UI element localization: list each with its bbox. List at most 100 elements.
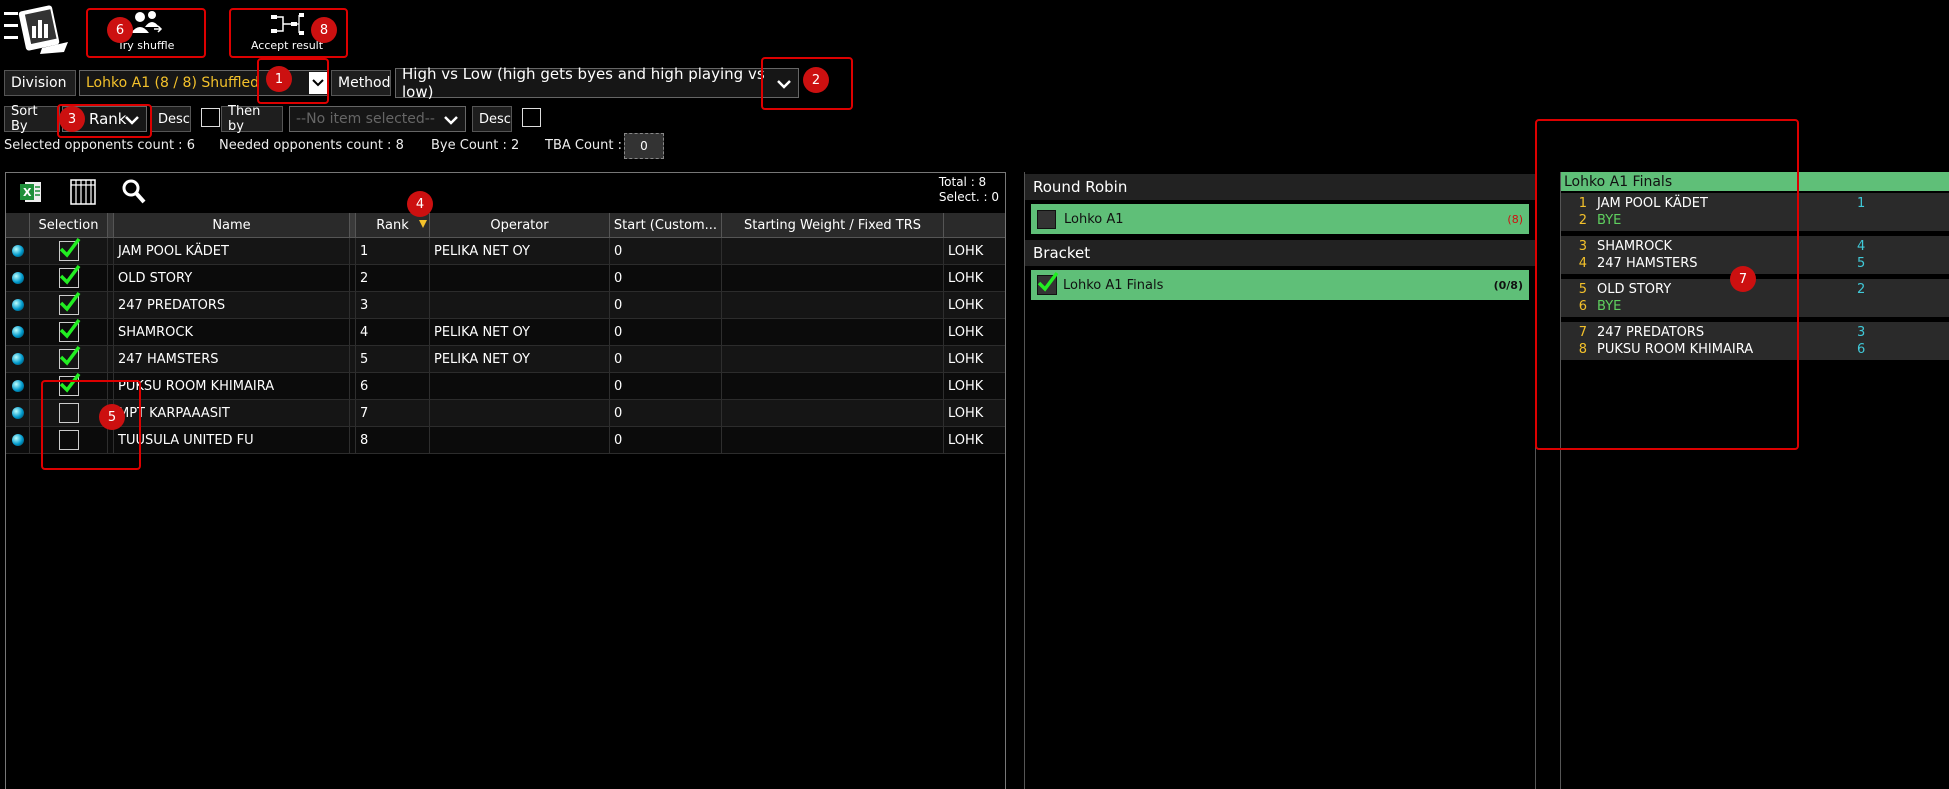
status-dot-icon: [11, 434, 24, 446]
table-row[interactable]: MPT KARPAAASIT 7 0 LOHK: [6, 400, 1005, 427]
sort-desc-checkbox[interactable]: [201, 108, 220, 127]
selection-checkbox[interactable]: [58, 319, 80, 342]
name-cell: 247 PREDATORS: [114, 292, 350, 318]
operator-cell: [430, 373, 610, 399]
start-cell: 0: [610, 292, 722, 318]
callout-4: 4: [407, 191, 433, 217]
table-row[interactable]: TUUSULA UNITED FU 8 0 LOHK: [6, 427, 1005, 454]
then-desc-checkbox[interactable]: [522, 108, 541, 127]
row-indicator: [6, 346, 30, 372]
table-row[interactable]: PUKSU ROOM KHIMAIRA 6 0 LOHK: [6, 373, 1005, 400]
selection-checkbox[interactable]: [58, 265, 80, 288]
selection-cell[interactable]: [30, 238, 108, 264]
callout-box-5: [41, 380, 141, 470]
tba-count-label: TBA Count :: [545, 138, 623, 153]
bye-count: Bye Count : 2: [431, 138, 520, 153]
then-by-select[interactable]: --No item selected--: [289, 106, 466, 132]
table-row[interactable]: 247 HAMSTERS 5 PELIKA NET OY 0 LOHK: [6, 346, 1005, 373]
callout-2: 2: [803, 67, 829, 93]
grid-counts: Total : 8 Select. : 0: [939, 175, 999, 205]
table-row[interactable]: OLD STORY 2 0 LOHK: [6, 265, 1005, 292]
col-extra[interactable]: [944, 213, 1004, 237]
status-dot-icon: [11, 326, 24, 338]
name-cell: JAM POOL KÄDET: [114, 238, 350, 264]
row-indicator: [6, 373, 30, 399]
callout-box-7: [1535, 119, 1799, 450]
column-chooser-icon[interactable]: [70, 179, 96, 205]
search-icon[interactable]: [122, 179, 146, 205]
checkmark-icon: [59, 265, 80, 285]
selection-cell[interactable]: [30, 319, 108, 345]
col-selection[interactable]: Selection: [30, 213, 108, 237]
tba-count-value: 0: [624, 133, 664, 159]
rank-cell: 5: [356, 346, 430, 372]
grid-body: JAM POOL KÄDET 1 PELIKA NET OY 0 LOHK OLD STO…: [6, 238, 1005, 454]
needed-opponents-count: Needed opponents count : 8: [219, 138, 404, 153]
svg-text:X: X: [23, 186, 32, 199]
excel-export-icon[interactable]: X: [19, 180, 43, 204]
table-row[interactable]: JAM POOL KÄDET 1 PELIKA NET OY 0 LOHK: [6, 238, 1005, 265]
table-row[interactable]: 247 PREDATORS 3 0 LOHK: [6, 292, 1005, 319]
extra-cell: LOHK: [948, 405, 984, 421]
checkmark-icon: [59, 346, 80, 366]
operator-cell: [430, 265, 610, 291]
start-cell: 0: [610, 265, 722, 291]
extra-cell: LOHK: [948, 432, 984, 448]
callout-7: 7: [1730, 266, 1756, 292]
selection-cell[interactable]: [30, 265, 108, 291]
rank-cell: 4: [356, 319, 430, 345]
bracket-team-rank: 2: [1857, 282, 1866, 297]
method-value: High vs Low (high gets byes and high pla…: [402, 65, 765, 101]
selection-cell[interactable]: [30, 292, 108, 318]
col-starting-weight[interactable]: Starting Weight / Fixed TRS: [722, 213, 944, 237]
table-row[interactable]: SHAMROCK 4 PELIKA NET OY 0 LOHK: [6, 319, 1005, 346]
rank-cell: 7: [356, 400, 430, 426]
round-robin-count: (8): [1507, 212, 1523, 226]
selection-checkbox[interactable]: [58, 292, 80, 315]
starting-weight-cell: [722, 292, 944, 318]
rank-cell: 6: [356, 373, 430, 399]
name-cell: MPT KARPAAASIT: [114, 400, 350, 426]
sort-filter-icon[interactable]: [419, 218, 427, 230]
selection-cell[interactable]: [30, 346, 108, 372]
checkmark-icon: [59, 319, 80, 339]
method-select[interactable]: High vs Low (high gets byes and high pla…: [395, 65, 799, 101]
bracket-team-rank: 3: [1857, 325, 1866, 340]
col-start[interactable]: Start (Custom...: [610, 213, 722, 237]
name-cell: PUKSU ROOM KHIMAIRA: [114, 373, 350, 399]
name-cell: TUUSULA UNITED FU: [114, 427, 350, 453]
start-cell: 0: [610, 346, 722, 372]
operator-cell: PELIKA NET OY: [430, 238, 610, 264]
selection-checkbox[interactable]: [58, 238, 80, 261]
row-indicator: [6, 292, 30, 318]
app-logo-icon: [4, 5, 68, 54]
selection-checkbox[interactable]: [58, 346, 80, 369]
bracket-count: (0/8): [1493, 278, 1523, 292]
row-indicator: [6, 427, 30, 453]
round-robin-item[interactable]: Lohko A1 (8): [1031, 204, 1529, 234]
name-cell: OLD STORY: [114, 265, 350, 291]
bracket-item[interactable]: Lohko A1 Finals (0/8): [1031, 270, 1529, 300]
bracket-item-label: Lohko A1 Finals: [1063, 277, 1164, 293]
starting-weight-cell: [722, 238, 944, 264]
bracket-header: Bracket: [1025, 240, 1535, 266]
extra-cell: LOHK: [948, 378, 984, 394]
col-name[interactable]: Name: [114, 213, 350, 237]
callout-box-6: [86, 8, 206, 58]
callout-8: 8: [311, 17, 337, 43]
col-operator[interactable]: Operator: [430, 213, 610, 237]
bracket-checkbox[interactable]: [1037, 271, 1059, 295]
sort-by-label: Sort By: [4, 104, 60, 134]
round-robin-item-label: Lohko A1: [1064, 211, 1124, 227]
operator-cell: PELIKA NET OY: [430, 346, 610, 372]
col-indicator: [6, 213, 30, 237]
then-desc-label: Desc: [472, 106, 512, 132]
callout-6: 6: [107, 17, 133, 43]
opponents-grid-panel: X Total : 8 Select. : 0 Selection Name R…: [5, 172, 1006, 789]
then-by-placeholder: --No item selected--: [296, 111, 435, 127]
starting-weight-cell: [722, 265, 944, 291]
app-menu-logo[interactable]: [2, 2, 76, 56]
checkmark-icon: [1037, 271, 1059, 292]
callout-1: 1: [266, 66, 292, 92]
round-robin-checkbox[interactable]: [1037, 209, 1056, 229]
